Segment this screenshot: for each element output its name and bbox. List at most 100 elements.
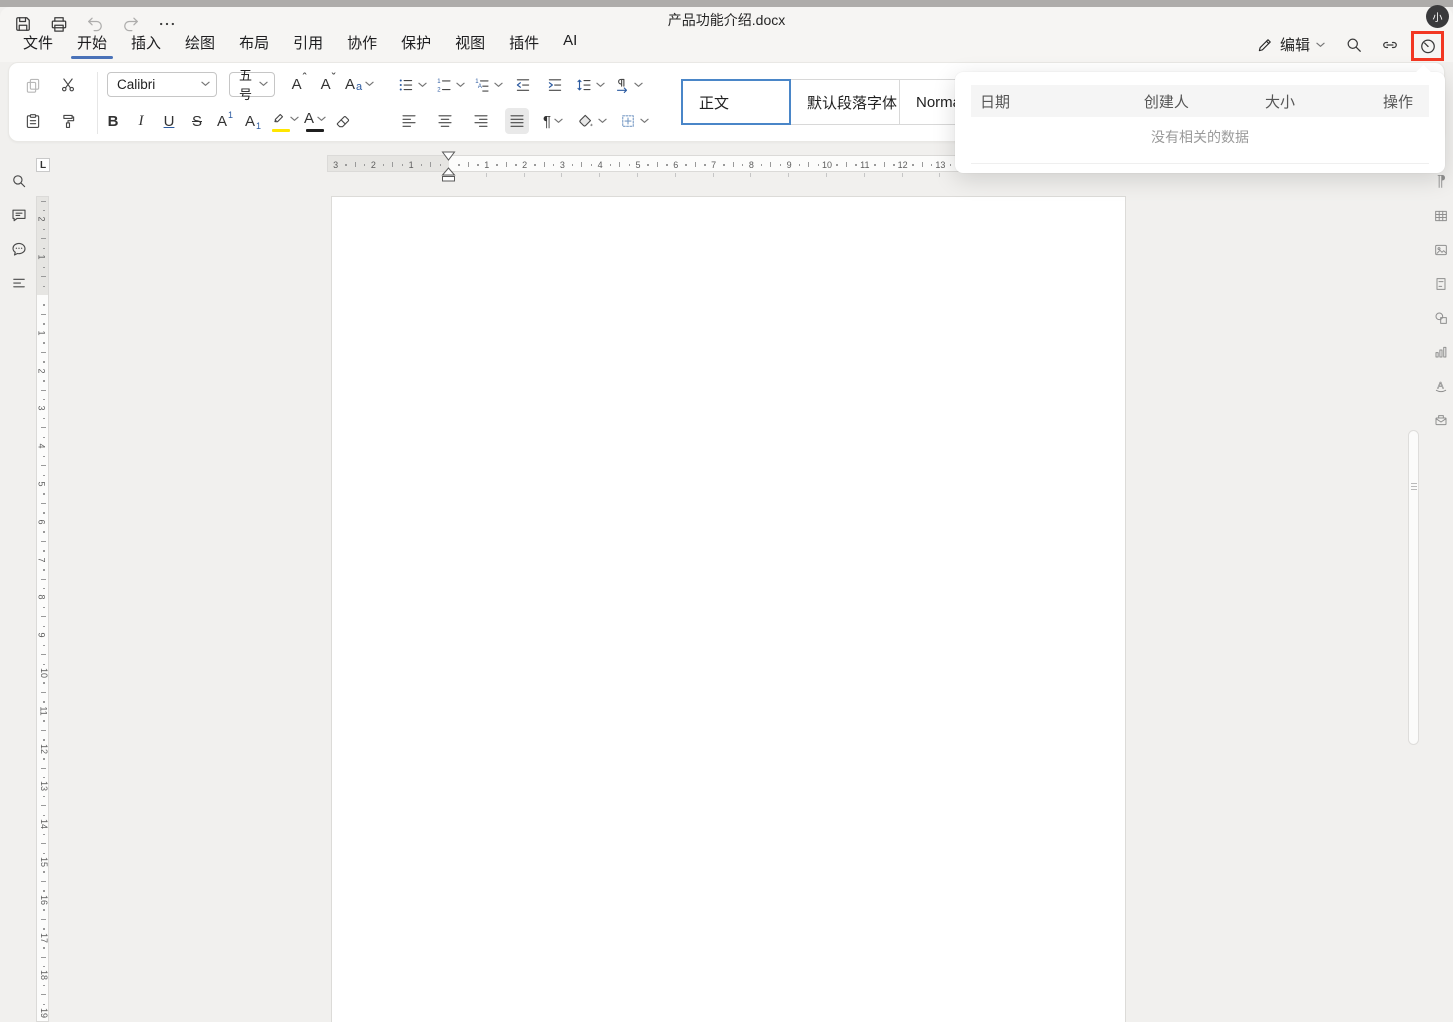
multilevel-list-button[interactable] — [473, 72, 503, 98]
find-icon[interactable] — [6, 168, 32, 194]
indent-marker[interactable] — [441, 151, 456, 182]
toolbar-separator — [97, 72, 98, 134]
justify-button[interactable] — [505, 108, 529, 134]
menu-tab-9[interactable]: 插件 — [509, 32, 539, 61]
painter-icon — [59, 112, 77, 130]
show-marks-button-glyph: ¶ — [542, 112, 552, 130]
numbered-list-button[interactable] — [435, 72, 465, 98]
borders-icon — [619, 112, 637, 130]
align-right-button[interactable] — [469, 108, 493, 134]
font-family-select[interactable]: Calibri — [107, 71, 217, 97]
menu-tab-6[interactable]: 协作 — [347, 32, 377, 61]
font-size-value: 五号 — [239, 68, 253, 102]
insert-shape-icon[interactable] — [1430, 307, 1452, 329]
wordart-icon[interactable] — [1430, 375, 1452, 397]
vertical-scrollbar[interactable] — [1408, 430, 1419, 745]
clear-format-button[interactable] — [331, 108, 355, 134]
copy-button[interactable] — [21, 72, 45, 98]
cut-button[interactable] — [56, 72, 80, 98]
format-painter-button[interactable] — [56, 108, 80, 134]
menu-tab-10[interactable]: AI — [563, 32, 577, 61]
chat-icon[interactable] — [6, 236, 32, 262]
share-link-button[interactable] — [1378, 33, 1402, 57]
insert-table-icon[interactable] — [1430, 205, 1452, 227]
menu-tab-4[interactable]: 布局 — [239, 32, 269, 61]
search-button[interactable] — [1342, 33, 1366, 57]
insert-chart-icon[interactable] — [1430, 341, 1452, 363]
window-top-strip — [0, 0, 1453, 7]
left-rail — [6, 168, 32, 296]
bullet-list-button[interactable] — [397, 72, 427, 98]
text-highlight-button[interactable] — [269, 108, 299, 134]
superscript-button-modifier: 1 — [228, 110, 234, 120]
vertical-ruler: 2 1 1 2 3 4 5 6 7 8 9 10 11 12 13 14 15 16 17 18 19 — [36, 196, 49, 1022]
edit-mode-button[interactable]: 编辑 — [1256, 34, 1325, 55]
avatar[interactable]: 小 — [1426, 5, 1449, 28]
menu-tab-2[interactable]: 插入 — [131, 32, 161, 61]
italic-button[interactable]: I — [129, 108, 153, 134]
outline-icon[interactable] — [6, 270, 32, 296]
increase-indent-button[interactable] — [543, 72, 567, 98]
underline-button[interactable]: U — [157, 108, 181, 134]
styles-gallery: 正文 默认段落字体 Normal — [681, 79, 994, 125]
document-page[interactable] — [331, 196, 1126, 1022]
highlight-icon — [269, 110, 287, 128]
version-history-button[interactable] — [1411, 31, 1444, 61]
grow-font-button[interactable]: Aˆ — [287, 71, 311, 97]
paragraph-mark-icon-glyph: ¶ — [1436, 173, 1446, 190]
shading-button[interactable] — [577, 108, 607, 134]
align-left-button[interactable] — [397, 108, 421, 134]
menu-tab-7[interactable]: 保护 — [401, 32, 431, 61]
superscript-button[interactable]: A1 — [213, 108, 237, 134]
menu-tab-1[interactable]: 开始 — [71, 32, 114, 61]
borders-button[interactable] — [619, 108, 649, 134]
shrink-font-button[interactable]: Aˇ — [316, 71, 340, 97]
comment-icon — [10, 206, 28, 224]
menu-tabs: 文件 开始 插入 绘图 布局 引用 协作 保护 视图 插件 AI — [23, 32, 577, 61]
insert-image-icon[interactable] — [1430, 239, 1452, 261]
paragraph-mark-icon[interactable]: ¶ — [1430, 171, 1452, 193]
paragraph-direction-button[interactable] — [613, 72, 643, 98]
italic-button-glyph: I — [138, 112, 144, 129]
chevron-down-icon — [317, 116, 326, 122]
menu-tab-0[interactable]: 文件 — [23, 32, 53, 61]
shading-icon — [577, 112, 595, 130]
decrease-indent-button[interactable] — [511, 72, 535, 98]
font-color-button-glyph: A — [303, 110, 314, 127]
strikethrough-button-glyph: S — [191, 112, 202, 130]
mail-icon[interactable] — [1430, 409, 1452, 431]
line-spacing-button[interactable] — [575, 72, 605, 98]
indent-icon — [546, 76, 564, 94]
chevron-down-icon — [634, 82, 643, 88]
insert-textbox-icon[interactable] — [1430, 273, 1452, 295]
bold-button[interactable]: B — [101, 108, 125, 134]
subscript-button-glyph: A — [244, 112, 255, 130]
numbered-icon — [435, 76, 453, 94]
subscript-button[interactable]: A1 — [241, 108, 265, 134]
menu-tab-3[interactable]: 绘图 — [185, 32, 215, 61]
show-marks-button[interactable]: ¶ — [541, 108, 565, 134]
style-item-1[interactable]: 默认段落字体 — [790, 79, 900, 125]
font-size-select[interactable]: 五号 — [229, 68, 275, 102]
font-family-value: Calibri — [117, 76, 156, 92]
menu-tab-5[interactable]: 引用 — [293, 32, 323, 61]
font-color-button[interactable]: A — [303, 108, 327, 134]
eraser-icon — [334, 112, 352, 130]
history-col-2: 大小 — [1264, 93, 1295, 111]
paste-button[interactable] — [21, 108, 45, 134]
align-center-button[interactable] — [433, 108, 457, 134]
chevron-down-icon — [365, 81, 374, 87]
image-icon — [1433, 242, 1449, 258]
tab-stop-selector[interactable]: L — [36, 158, 50, 172]
comments-icon[interactable] — [6, 202, 32, 228]
chart-icon — [1433, 344, 1449, 360]
scrollbar-grip — [1411, 483, 1417, 492]
paste-icon — [24, 112, 42, 130]
strikethrough-button[interactable]: S — [185, 108, 209, 134]
style-item-0[interactable]: 正文 — [681, 79, 791, 125]
chevron-down-icon — [1316, 42, 1325, 48]
menu-tab-8[interactable]: 视图 — [455, 32, 485, 61]
change-case-button[interactable]: Aa — [345, 71, 374, 97]
mail-icon — [1433, 412, 1449, 428]
multilevel-icon — [473, 76, 491, 94]
